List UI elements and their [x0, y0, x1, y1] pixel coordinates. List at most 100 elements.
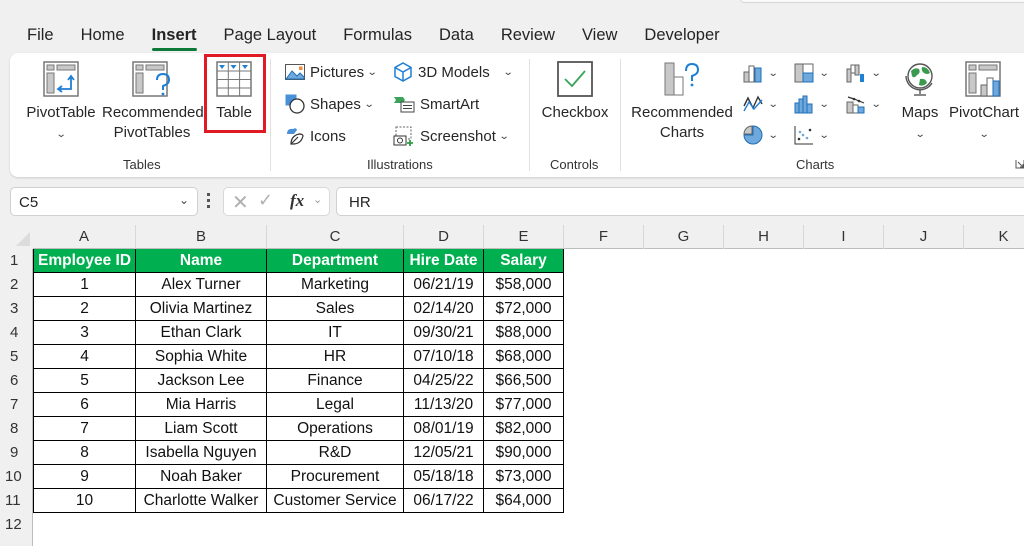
cell-employee-id[interactable]: 10: [33, 489, 136, 513]
column-header-k[interactable]: K: [964, 225, 1024, 249]
column-header-e[interactable]: E: [484, 225, 564, 249]
tab-data[interactable]: Data: [439, 26, 474, 45]
select-all-button[interactable]: [0, 225, 33, 249]
3d-models-button[interactable]: 3D Models ⌄: [393, 61, 513, 83]
row-header[interactable]: 12: [0, 513, 33, 537]
hierarchy-chart-button[interactable]: ⌄: [794, 63, 830, 83]
cell-name[interactable]: Mia Harris: [136, 393, 267, 417]
smartart-button[interactable]: SmartArt: [393, 93, 479, 115]
header-cell-name[interactable]: Name: [136, 249, 267, 273]
name-box[interactable]: C5 ⌄: [10, 187, 198, 216]
cell-employee-id[interactable]: 7: [33, 417, 136, 441]
column-header-h[interactable]: H: [724, 225, 804, 249]
cell-name[interactable]: Sophia White: [136, 345, 267, 369]
cell-employee-id[interactable]: 4: [33, 345, 136, 369]
row-header[interactable]: 9: [0, 441, 33, 465]
header-cell-employee-id[interactable]: Employee ID: [33, 249, 136, 273]
row-header[interactable]: 2: [0, 273, 33, 297]
cell-salary[interactable]: $68,000: [484, 345, 564, 369]
cancel-icon[interactable]: ✕: [232, 190, 249, 215]
enter-icon[interactable]: ✓: [258, 190, 273, 211]
insert-function-icon[interactable]: fx: [290, 191, 304, 211]
column-header-j[interactable]: J: [884, 225, 964, 249]
row-header[interactable]: 10: [0, 465, 33, 489]
cell-hire-date[interactable]: 11/13/20: [404, 393, 484, 417]
row-header[interactable]: 8: [0, 417, 33, 441]
cell-hire-date[interactable]: 02/14/20: [404, 297, 484, 321]
row-header[interactable]: 7: [0, 393, 33, 417]
cell-salary[interactable]: $77,000: [484, 393, 564, 417]
cell-salary[interactable]: $64,000: [484, 489, 564, 513]
cell-department[interactable]: Marketing: [267, 273, 404, 297]
cell-name[interactable]: Charlotte Walker: [136, 489, 267, 513]
cell-department[interactable]: Sales: [267, 297, 404, 321]
column-chart-button[interactable]: ⌄: [743, 63, 779, 83]
cell-hire-date[interactable]: 08/01/19: [404, 417, 484, 441]
cell-department[interactable]: Operations: [267, 417, 404, 441]
column-header-b[interactable]: B: [136, 225, 267, 249]
shapes-button[interactable]: Shapes ⌄: [285, 93, 375, 115]
cell-hire-date[interactable]: 07/10/18: [404, 345, 484, 369]
chevron-down-icon[interactable]: ⌄: [179, 193, 189, 207]
row-header[interactable]: 3: [0, 297, 33, 321]
cell-department[interactable]: Legal: [267, 393, 404, 417]
cell-department[interactable]: HR: [267, 345, 404, 369]
cell-salary[interactable]: $82,000: [484, 417, 564, 441]
pivotchart-button[interactable]: PivotChart ⌄: [948, 61, 1020, 145]
screenshot-button[interactable]: Screenshot ⌄: [393, 125, 510, 147]
tab-file[interactable]: File: [27, 26, 54, 45]
row-header[interactable]: 11: [0, 489, 33, 513]
cell-salary[interactable]: $90,000: [484, 441, 564, 465]
checkbox-button[interactable]: Checkbox: [540, 61, 610, 123]
row-header[interactable]: 5: [0, 345, 33, 369]
chevron-down-icon[interactable]: ⌄: [313, 193, 322, 206]
tab-insert[interactable]: Insert: [151, 26, 197, 51]
tab-home[interactable]: Home: [81, 26, 125, 45]
cell-hire-date[interactable]: 12/05/21: [404, 441, 484, 465]
cell-name[interactable]: Alex Turner: [136, 273, 267, 297]
pivottable-button[interactable]: PivotTable ⌄: [24, 61, 98, 145]
waterfall-chart-button[interactable]: ⌄: [846, 63, 882, 83]
cell-employee-id[interactable]: 9: [33, 465, 136, 489]
cell-employee-id[interactable]: 8: [33, 441, 136, 465]
tab-review[interactable]: Review: [501, 26, 555, 45]
cell-hire-date[interactable]: 04/25/22: [404, 369, 484, 393]
row-header[interactable]: 1: [0, 249, 33, 273]
cell-salary[interactable]: $88,000: [484, 321, 564, 345]
cell-salary[interactable]: $58,000: [484, 273, 564, 297]
recommended-charts-button[interactable]: Recommended Charts: [628, 61, 736, 143]
cell-department[interactable]: R&D: [267, 441, 404, 465]
cell-salary[interactable]: $66,500: [484, 369, 564, 393]
recommended-pivottables-button[interactable]: Recommended PivotTables: [102, 61, 204, 143]
header-cell-salary[interactable]: Salary: [484, 249, 564, 273]
cell-employee-id[interactable]: 5: [33, 369, 136, 393]
line-chart-button[interactable]: ⌄: [743, 94, 779, 114]
pictures-button[interactable]: Pictures ⌄: [285, 61, 378, 83]
combo-chart-button[interactable]: ⌄: [846, 94, 882, 114]
cell-department[interactable]: Procurement: [267, 465, 404, 489]
search-box-edge[interactable]: [740, 0, 1024, 3]
formula-input[interactable]: HR: [336, 187, 1024, 216]
maps-button[interactable]: Maps ⌄: [896, 61, 944, 145]
cell-salary[interactable]: $73,000: [484, 465, 564, 489]
cell-name[interactable]: Jackson Lee: [136, 369, 267, 393]
column-header-i[interactable]: I: [804, 225, 884, 249]
cell-employee-id[interactable]: 1: [33, 273, 136, 297]
cell-hire-date[interactable]: 09/30/21: [404, 321, 484, 345]
column-header-d[interactable]: D: [404, 225, 484, 249]
scatter-chart-button[interactable]: ⌄: [794, 125, 830, 145]
statistic-chart-button[interactable]: ⌄: [794, 94, 830, 114]
icons-button[interactable]: Icons: [285, 125, 346, 147]
cell-salary[interactable]: $72,000: [484, 297, 564, 321]
tab-view[interactable]: View: [582, 26, 617, 45]
cell-employee-id[interactable]: 6: [33, 393, 136, 417]
header-cell-department[interactable]: Department: [267, 249, 404, 273]
tab-developer[interactable]: Developer: [644, 26, 719, 45]
pie-chart-button[interactable]: ⌄: [743, 125, 779, 145]
more-options-icon[interactable]: [207, 193, 211, 211]
row-header[interactable]: 4: [0, 321, 33, 345]
column-header-a[interactable]: A: [33, 225, 136, 249]
cell-employee-id[interactable]: 2: [33, 297, 136, 321]
cell-name[interactable]: Liam Scott: [136, 417, 267, 441]
cell-name[interactable]: Isabella Nguyen: [136, 441, 267, 465]
